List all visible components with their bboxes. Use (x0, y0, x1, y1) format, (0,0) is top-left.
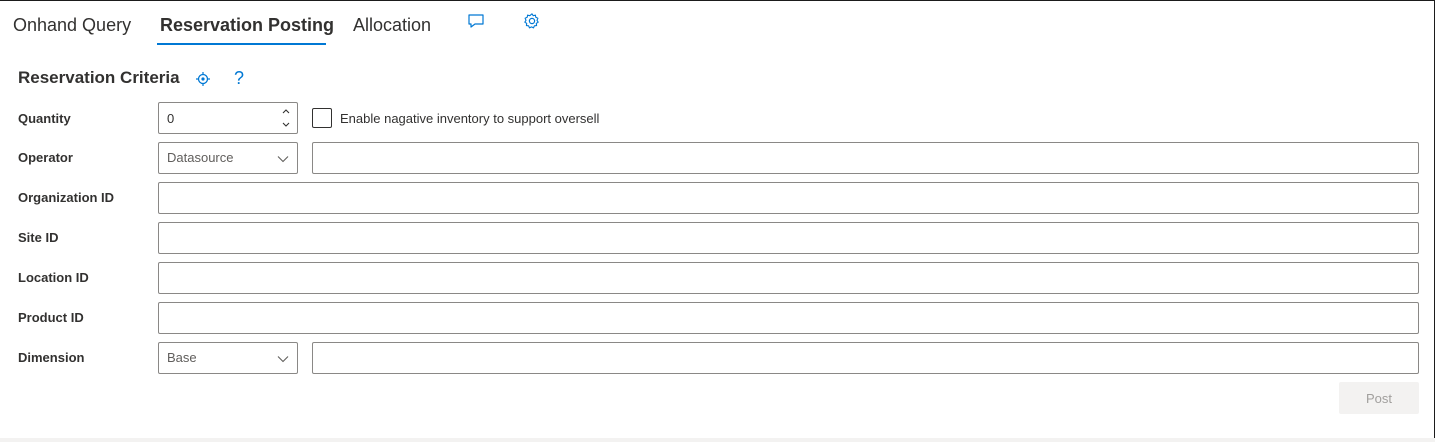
bottom-divider (0, 438, 1435, 442)
quantity-label: Quantity (18, 111, 71, 126)
oversell-label: Enable nagative inventory to support ove… (340, 111, 600, 126)
post-button[interactable]: Post (1339, 382, 1419, 414)
location-id-label: Location ID (18, 270, 89, 285)
section-title: Reservation Criteria (18, 68, 180, 87)
decrement-icon[interactable] (280, 118, 292, 130)
settings-gear-icon[interactable] (523, 12, 543, 32)
operator-label: Operator (18, 150, 73, 165)
chevron-down-icon (277, 356, 289, 363)
tab-bar: Onhand Query Reservation Posting Allocat… (13, 0, 466, 46)
chevron-down-icon (277, 156, 289, 163)
tab-allocation[interactable]: Allocation (353, 0, 466, 46)
site-id-label: Site ID (18, 230, 59, 245)
product-id-label: Product ID (18, 310, 84, 325)
quantity-stepper[interactable] (158, 102, 298, 134)
dimension-selected: Base (167, 350, 197, 365)
dimension-label: Dimension (18, 350, 85, 365)
dimension-input[interactable] (312, 342, 1419, 374)
dimension-dropdown[interactable]: Base (158, 342, 298, 374)
increment-icon[interactable] (280, 104, 292, 116)
organization-id-input[interactable] (158, 182, 1419, 214)
organization-id-label: Organization ID (18, 190, 115, 205)
operator-dropdown[interactable]: Datasource (158, 142, 298, 174)
reset-criteria-icon[interactable] (194, 70, 212, 93)
tab-onhand-query[interactable]: Onhand Query (13, 0, 160, 46)
oversell-checkbox[interactable] (312, 108, 332, 128)
comment-icon[interactable] (467, 12, 487, 32)
help-question-icon[interactable]: ? (234, 68, 244, 89)
operator-input[interactable] (312, 142, 1419, 174)
site-id-input[interactable] (158, 222, 1419, 254)
operator-selected: Datasource (167, 150, 234, 165)
product-id-input[interactable] (158, 302, 1419, 334)
tab-reservation-posting[interactable]: Reservation Posting (157, 0, 353, 46)
location-id-input[interactable] (158, 262, 1419, 294)
